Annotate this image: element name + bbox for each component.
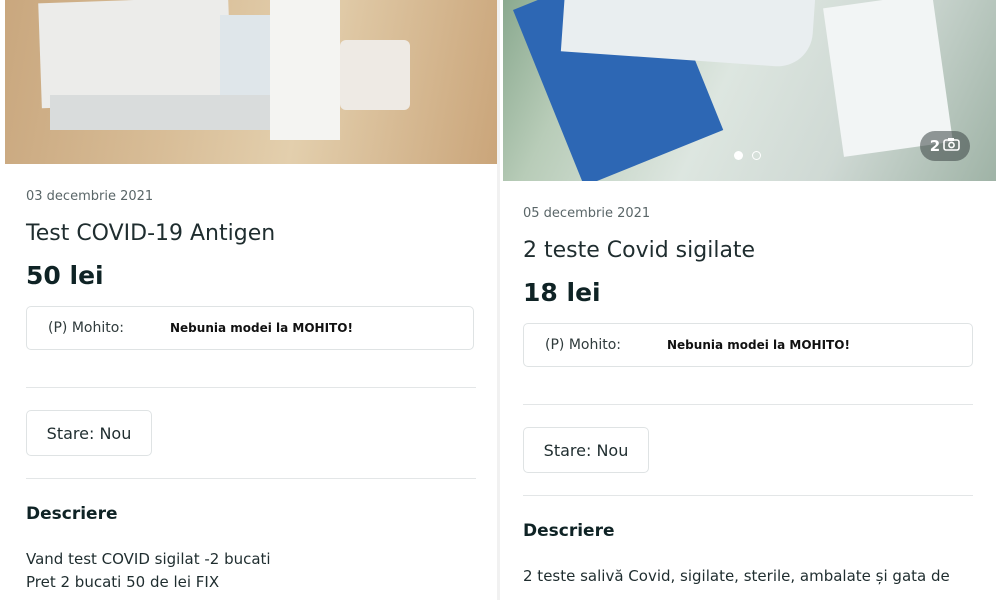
listing-price: 50 lei [26, 261, 104, 290]
photo-counter-badge[interactable]: 2 [920, 131, 970, 161]
pagination-dot[interactable] [752, 151, 761, 160]
divider [26, 478, 476, 479]
description-heading: Descriere [26, 504, 118, 524]
divider [523, 495, 973, 496]
description-line: Vand test COVID sigilat -2 bucati [26, 550, 271, 568]
tube-shape [340, 40, 410, 110]
description-text: Vand test COVID sigilat -2 bucati Pret 2… [26, 548, 271, 594]
listing-date: 03 decembrie 2021 [26, 189, 154, 204]
promo-banner[interactable]: (P) Mohito: Nebunia modei la MOHITO! [523, 323, 973, 367]
pagination-dot-active[interactable] [734, 151, 743, 160]
description-heading: Descriere [523, 521, 615, 541]
test-strip-shape [50, 95, 275, 130]
listing-title[interactable]: Test COVID-19 Antigen [26, 221, 275, 246]
condition-tag[interactable]: Stare: Nou [26, 410, 152, 456]
divider [523, 404, 973, 405]
description-line: Pret 2 bucati 50 de lei FIX [26, 573, 220, 591]
promo-label: (P) Mohito: [545, 337, 621, 353]
camera-icon [943, 137, 961, 155]
description-text: 2 teste salivă Covid, sigilate, sterile,… [523, 565, 950, 588]
condition-tag[interactable]: Stare: Nou [523, 427, 649, 473]
listing-photo[interactable] [5, 0, 497, 164]
listing-title[interactable]: 2 teste Covid sigilate [523, 238, 755, 263]
listing-right: 2 05 decembrie 2021 2 teste Covid sigila… [500, 0, 1000, 600]
listing-photo[interactable]: 2 [503, 0, 996, 181]
photo-count: 2 [929, 137, 941, 155]
promo-label: (P) Mohito: [48, 320, 124, 336]
test-package-shape [38, 0, 232, 109]
listing-left: 03 decembrie 2021 Test COVID-19 Antigen … [0, 0, 500, 600]
paper-shape [270, 0, 340, 140]
promo-text: Nebunia modei la MOHITO! [170, 321, 353, 335]
promo-text: Nebunia modei la MOHITO! [667, 338, 850, 352]
listing-price: 18 lei [523, 278, 601, 307]
listing-date: 05 decembrie 2021 [523, 206, 651, 221]
divider [26, 387, 476, 388]
photo-pagination[interactable] [734, 151, 761, 160]
promo-banner[interactable]: (P) Mohito: Nebunia modei la MOHITO! [26, 306, 474, 350]
description-line: 2 teste salivă Covid, sigilate, sterile,… [523, 567, 950, 585]
